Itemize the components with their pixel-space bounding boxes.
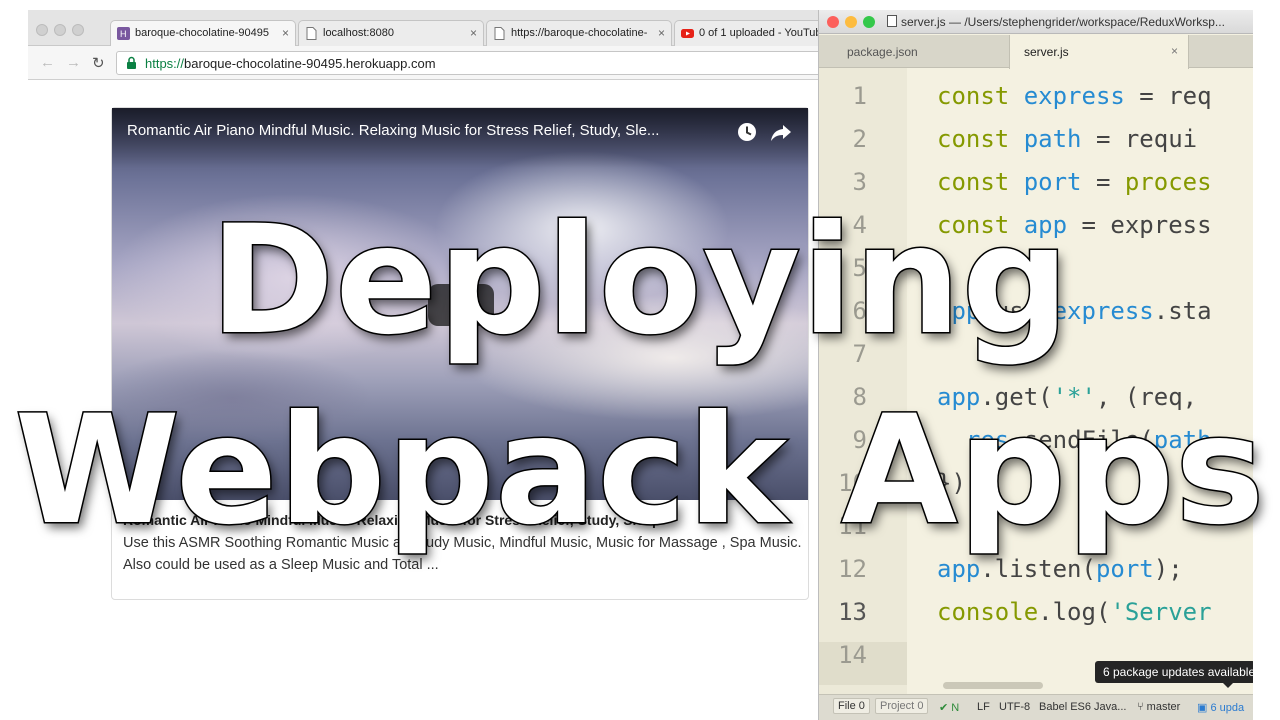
- horizontal-scrollbar[interactable]: [943, 682, 1043, 689]
- minimize-window-button[interactable]: [54, 24, 66, 36]
- close-window-button[interactable]: [36, 24, 48, 36]
- editor-tab-server-js[interactable]: server.js ×: [1009, 35, 1189, 69]
- address-url: https://baroque-chocolatine-90495.heroku…: [145, 56, 436, 71]
- code-keyword: const: [937, 82, 1010, 110]
- forward-arrow-icon[interactable]: →: [66, 54, 81, 71]
- page-icon: [494, 27, 505, 40]
- code-line-13: console.log('Server: [937, 598, 1212, 626]
- lint-status[interactable]: ✔ N: [939, 701, 959, 714]
- lock-icon: [127, 56, 136, 69]
- code-keyword: proces: [1124, 168, 1212, 196]
- editor-tab-label: package.json: [847, 45, 918, 59]
- editor-tab-bar: package.json server.js ×: [819, 35, 1253, 69]
- code-text: =: [1081, 168, 1125, 196]
- project-count: 0: [917, 700, 924, 712]
- updates-label: 6 upda: [1210, 702, 1245, 714]
- code-variable: port: [1023, 168, 1082, 196]
- url-scheme: https://: [145, 56, 185, 71]
- code-text: .log(: [1038, 598, 1111, 626]
- code-line-1: const express = req: [937, 82, 1212, 110]
- line-number[interactable]: 12: [819, 555, 867, 583]
- code-variable: express: [1023, 82, 1125, 110]
- code-variable: port: [1095, 555, 1154, 583]
- line-number[interactable]: 13: [819, 598, 867, 626]
- heroku-icon: H: [117, 27, 130, 40]
- reload-icon[interactable]: ↻: [92, 54, 105, 72]
- code-line-12: app.listen(port);: [937, 555, 1183, 583]
- browser-tab-herokuapp[interactable]: https://baroque-chocolatine- ×: [486, 20, 672, 46]
- browser-tab-heroku[interactable]: H baroque-chocolatine-90495 ×: [110, 20, 296, 46]
- tab-label: 0 of 1 uploaded - YouTube: [699, 27, 828, 39]
- file-encoding[interactable]: UTF-8: [999, 701, 1030, 713]
- line-number[interactable]: 1: [819, 82, 867, 110]
- youtube-icon: [681, 29, 694, 38]
- code-variable: path: [1023, 125, 1082, 153]
- back-arrow-icon[interactable]: ←: [40, 54, 55, 71]
- watch-later-icon[interactable]: [737, 122, 757, 142]
- tab-label: baroque-chocolatine-90495: [135, 27, 269, 39]
- line-number-gutter: 1 2 3 4 5 6 7 8 9 10 11 12 13 14: [819, 68, 907, 694]
- code-line-3: const port = proces: [937, 168, 1212, 196]
- overlay-title-line-2: Webpack Apps: [13, 384, 1266, 558]
- code-area[interactable]: const express = req const path = requi c…: [937, 68, 1253, 694]
- project-count-badge[interactable]: Project 0: [875, 698, 929, 714]
- file-count: 0: [858, 700, 865, 712]
- project-label: Project: [880, 700, 915, 712]
- svg-text:H: H: [120, 29, 127, 39]
- code-text: = req: [1124, 82, 1212, 110]
- code-line-2: const path = requi: [937, 125, 1197, 153]
- tab-label: https://baroque-chocolatine-: [511, 27, 648, 39]
- git-branch[interactable]: ⑂ master: [1137, 701, 1180, 713]
- zoom-window-button[interactable]: [72, 24, 84, 36]
- editor-minimize-button[interactable]: [845, 16, 857, 28]
- browser-tab-youtube[interactable]: 0 of 1 uploaded - YouTube: [674, 20, 828, 46]
- code-text: .listen(: [980, 555, 1096, 583]
- address-bar[interactable]: https://baroque-chocolatine-90495.heroku…: [116, 51, 828, 75]
- browser-tab-bar: H baroque-chocolatine-90495 × localhost:…: [28, 10, 828, 46]
- browser-toolbar: ← → ↻ https://baroque-chocolatine-90495.…: [28, 46, 828, 80]
- code-text: = requi: [1081, 125, 1198, 153]
- close-tab-icon[interactable]: ×: [658, 26, 665, 40]
- editor-title-bar: server.js — /Users/stephengrider/workspa…: [819, 10, 1253, 34]
- close-tab-icon[interactable]: ×: [1171, 44, 1178, 58]
- tab-label: localhost:8080: [323, 27, 394, 39]
- close-tab-icon[interactable]: ×: [470, 26, 477, 40]
- editor-window-title: server.js — /Users/stephengrider/workspa…: [901, 15, 1225, 29]
- document-icon: [887, 15, 897, 27]
- file-count-badge[interactable]: File 0: [833, 698, 870, 714]
- browser-tab-localhost[interactable]: localhost:8080 ×: [298, 20, 484, 46]
- overlay-title-line-1: Deploying: [208, 194, 1071, 368]
- url-host: baroque-chocolatine-90495.herokuapp.com: [184, 56, 436, 71]
- branch-name: master: [1146, 701, 1181, 713]
- package-icon: ▣: [1197, 702, 1208, 714]
- package-updates[interactable]: ▣ 6 upda: [1197, 701, 1244, 714]
- code-object: app: [937, 555, 981, 583]
- share-icon[interactable]: [770, 122, 792, 142]
- line-number[interactable]: 2: [819, 125, 867, 153]
- git-branch-icon: ⑂: [1137, 701, 1144, 713]
- line-number[interactable]: 3: [819, 168, 867, 196]
- close-tab-icon[interactable]: ×: [282, 26, 289, 40]
- file-label: File: [838, 700, 856, 712]
- code-string: 'Server: [1110, 598, 1212, 626]
- code-keyword: const: [937, 168, 1010, 196]
- status-bar: File 0 Project 0 ✔ N LF UTF-8 Babel ES6 …: [819, 694, 1253, 720]
- editor-close-button[interactable]: [827, 16, 839, 28]
- video-title[interactable]: Romantic Air Piano Mindful Music. Relaxi…: [127, 122, 727, 139]
- editor-tab-package-json[interactable]: package.json: [847, 35, 1007, 68]
- line-ending[interactable]: LF: [977, 701, 990, 713]
- code-object: console: [937, 598, 1039, 626]
- editor-tab-label: server.js: [1024, 45, 1069, 59]
- package-updates-tooltip: 6 package updates available: [1095, 661, 1253, 688]
- code-text: );: [1153, 555, 1183, 583]
- code-keyword: const: [937, 125, 1010, 153]
- editor-zoom-button[interactable]: [863, 16, 875, 28]
- line-number[interactable]: 14: [819, 641, 867, 669]
- page-icon: [306, 27, 317, 40]
- grammar-selector[interactable]: Babel ES6 Java...: [1039, 701, 1126, 713]
